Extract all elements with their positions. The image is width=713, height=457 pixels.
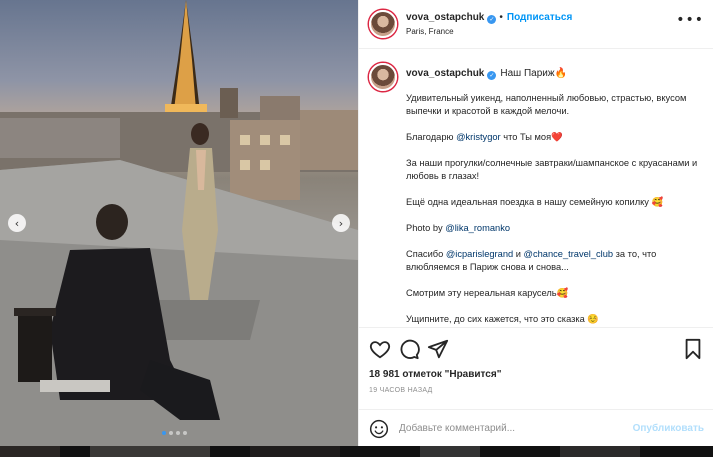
- caption-text-span: Спасибо: [406, 249, 446, 259]
- carousel-dot: [162, 431, 166, 435]
- bookmark-icon[interactable]: [682, 338, 704, 360]
- comment-input[interactable]: Добавьте комментарий...: [399, 423, 515, 434]
- username-link[interactable]: vova_ostapchuk: [406, 12, 484, 23]
- caption-paragraph: Ещё одна идеальная поездка в нашу семейн…: [406, 196, 702, 209]
- caption-text-span: За наши прогулки/солнечные завтраки/шамп…: [406, 158, 698, 181]
- photo-scene: [0, 0, 358, 446]
- publish-button[interactable]: Опубликовать: [633, 423, 704, 434]
- location-link[interactable]: Paris, France: [406, 27, 454, 36]
- avatar[interactable]: [369, 63, 397, 91]
- instagram-post-modal: ‹ › vova_ostapchuk ✓ • Подписаться Paris, F…: [0, 0, 713, 446]
- caption-text-span: Photo by: [406, 223, 446, 233]
- caption-username-link[interactable]: vova_ostapchuk: [406, 68, 484, 79]
- caption-paragraph: Ущипните, до сих кажется, что это сказка…: [406, 313, 702, 326]
- more-options-icon[interactable]: •••: [676, 12, 704, 28]
- emoji-icon[interactable]: [369, 419, 389, 439]
- header-name-row: vova_ostapchuk ✓ • Подписаться: [406, 12, 573, 24]
- caption-text-span: Ещё одна идеальная поездка в нашу семейн…: [406, 197, 664, 207]
- action-bar: [359, 329, 713, 369]
- comment-icon[interactable]: [398, 338, 420, 360]
- background-strip: [0, 446, 713, 457]
- post-header: vova_ostapchuk ✓ • Подписаться Paris, Franc…: [359, 0, 713, 49]
- caption-text-span: и: [513, 249, 524, 259]
- chevron-right-icon: ›: [338, 216, 344, 230]
- caption-text-span: Смотрим эту нереальная карусель🥰: [406, 288, 569, 298]
- caption-area: vova_ostapchuk ✓ Наш Париж🔥 Удивительный у…: [359, 50, 713, 328]
- mention-link[interactable]: @lika_romanko: [445, 223, 510, 233]
- carousel-dot: [183, 431, 187, 435]
- mention-link[interactable]: @chance_travel_club: [524, 249, 614, 259]
- caption-paragraph: Удивительный уикенд, наполненный любовью…: [406, 92, 702, 118]
- comment-form: Добавьте комментарий... Опубликовать: [359, 409, 713, 446]
- carousel-dot: [176, 431, 180, 435]
- verified-badge-icon: ✓: [487, 15, 497, 24]
- chevron-left-icon: ‹: [14, 216, 20, 230]
- caption-paragraph: За наши прогулки/солнечные завтраки/шамп…: [406, 157, 702, 183]
- caption-paragraph: Смотрим эту нереальная карусель🥰: [406, 287, 702, 300]
- next-slide-button[interactable]: ›: [332, 214, 350, 232]
- avatar[interactable]: [369, 10, 397, 38]
- share-icon[interactable]: [427, 338, 449, 360]
- caption-paragraph: Спасибо @icparislegrand и @chance_travel…: [406, 248, 702, 274]
- post-timestamp[interactable]: 19 ЧАСОВ НАЗАД: [369, 387, 433, 394]
- previous-slide-button[interactable]: ‹: [8, 214, 26, 232]
- carousel-indicator: [162, 431, 187, 435]
- caption-text-span: Благодарю: [406, 132, 457, 142]
- post-photo: ‹ ›: [0, 0, 358, 446]
- likes-count[interactable]: 18 981 отметок "Нравится": [369, 369, 501, 380]
- caption-paragraph: Photo by @lika_romanko: [406, 222, 702, 235]
- follow-button[interactable]: Подписаться: [507, 12, 572, 23]
- caption-text: Удивительный уикенд, наполненный любовью…: [406, 92, 702, 326]
- caption-text-span: Удивительный уикенд, наполненный любовью…: [406, 93, 687, 116]
- post-sidebar: vova_ostapchuk ✓ • Подписаться Paris, Franc…: [358, 0, 713, 446]
- mention-link[interactable]: @icparislegrand: [446, 249, 513, 259]
- mention-link[interactable]: @kristygor: [456, 132, 501, 142]
- caption-headline: Наш Париж🔥: [500, 68, 567, 79]
- caption-text-span: что Ты моя❤️: [500, 132, 563, 142]
- caption-text-span: Ущипните, до сих кажется, что это сказка…: [406, 314, 600, 324]
- caption-paragraph: Благодарю @kristygor что Ты моя❤️: [406, 131, 702, 144]
- caption-header: vova_ostapchuk ✓ Наш Париж🔥: [406, 68, 567, 80]
- heart-icon[interactable]: [369, 338, 391, 360]
- verified-badge-icon: ✓: [487, 71, 497, 80]
- carousel-dot: [169, 431, 173, 435]
